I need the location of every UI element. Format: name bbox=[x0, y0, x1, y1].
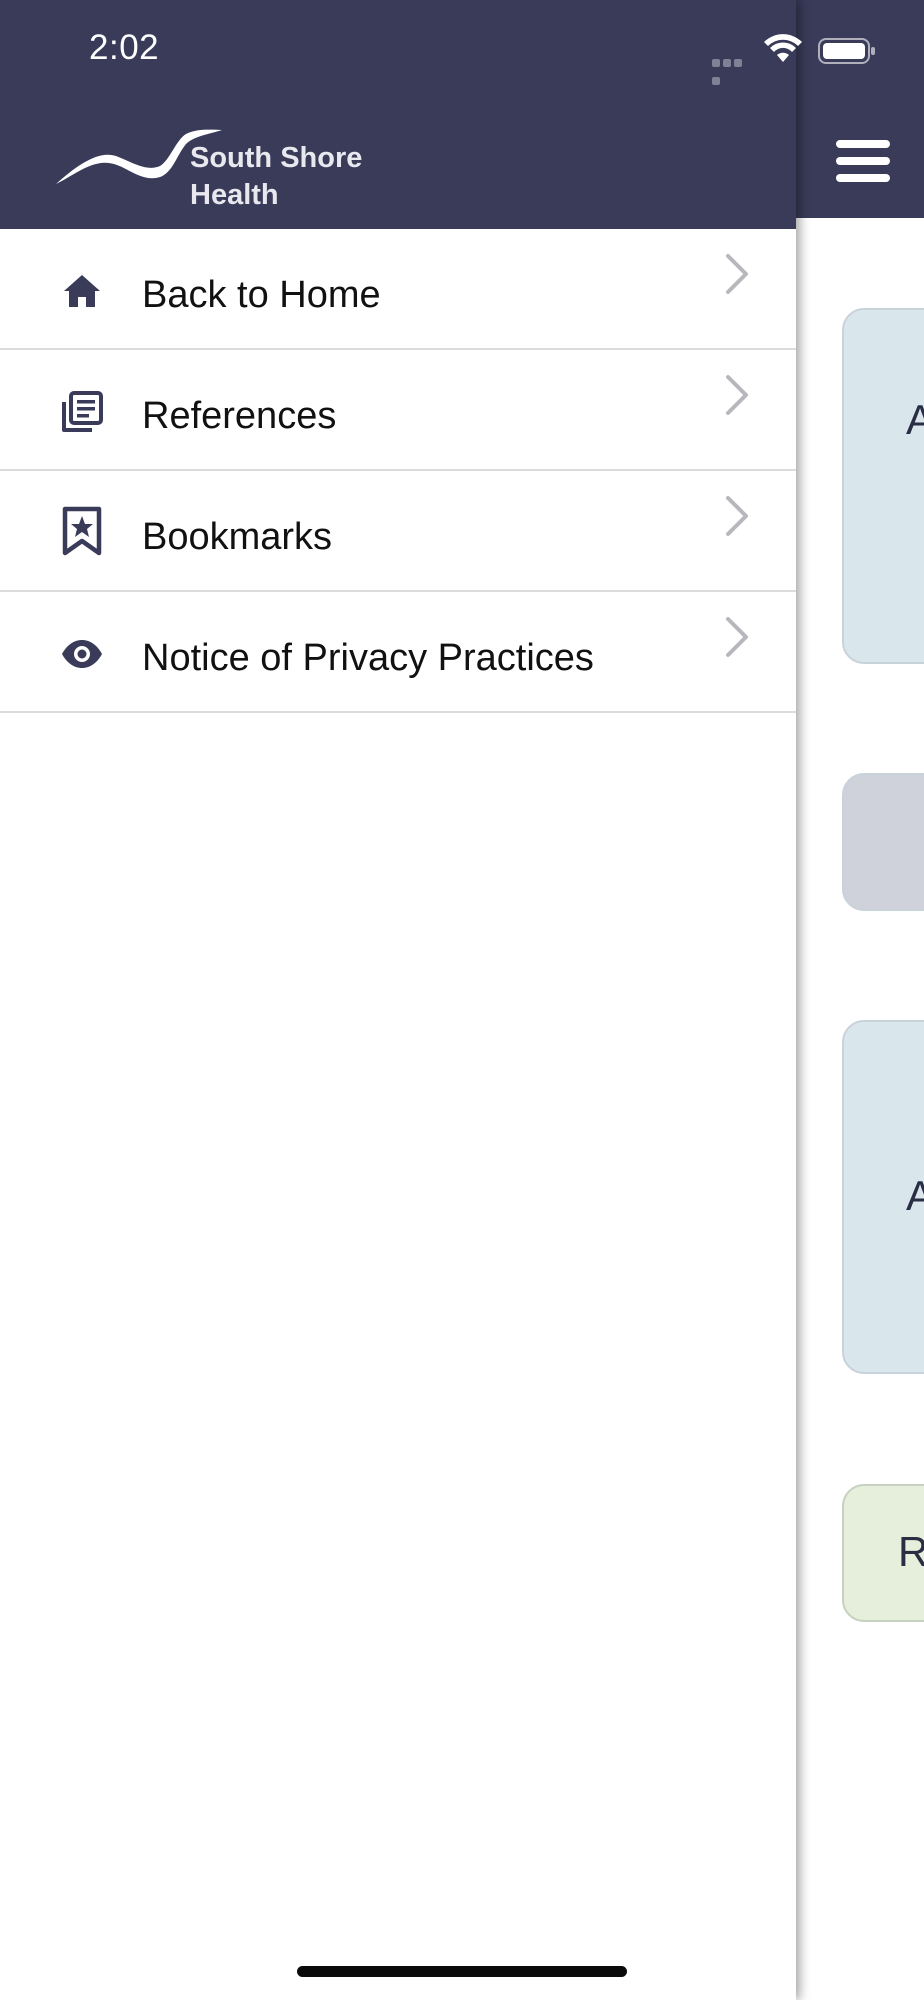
status-time: 2:02 bbox=[89, 28, 160, 67]
menu-item-label: Bookmarks bbox=[142, 516, 333, 558]
content-card[interactable]: A bbox=[842, 308, 924, 664]
eye-icon bbox=[62, 640, 102, 668]
status-icons bbox=[712, 34, 912, 85]
bookmark-star-icon bbox=[62, 506, 102, 556]
menu-item-references[interactable]: References bbox=[0, 350, 796, 471]
menu-item-label: Back to Home bbox=[142, 274, 381, 316]
app-header bbox=[796, 0, 924, 218]
battery-icon bbox=[818, 38, 875, 64]
card-label: A bbox=[906, 396, 924, 443]
chevron-right-icon bbox=[726, 617, 748, 657]
card-label: A bbox=[906, 1172, 924, 1219]
side-drawer: 2:02 South Shore Health Back to Home Ref… bbox=[0, 0, 796, 2000]
chevron-right-icon bbox=[726, 254, 748, 294]
references-icon bbox=[62, 391, 103, 432]
drawer-header: 2:02 South Shore Health bbox=[0, 0, 796, 229]
logo-line-2: Health bbox=[190, 179, 279, 211]
wifi-icon bbox=[764, 34, 802, 62]
content-card[interactable]: R bbox=[842, 1484, 924, 1622]
screen: A A R 2:02 South Shore Health Back to Ho… bbox=[0, 0, 924, 2000]
menu-item-label: Notice of Privacy Practices bbox=[142, 637, 594, 679]
background-app: A A R bbox=[796, 0, 924, 2000]
south-shore-health-logo: South Shore Health bbox=[54, 124, 364, 214]
logo-line-1: South Shore bbox=[190, 142, 363, 174]
home-icon bbox=[64, 275, 100, 307]
logo-text: South Shore Health bbox=[190, 140, 362, 214]
chevron-right-icon bbox=[726, 496, 748, 536]
menu-item-label: References bbox=[142, 395, 337, 437]
signal-dots-icon bbox=[712, 54, 754, 85]
menu-item-back-to-home[interactable]: Back to Home bbox=[0, 229, 796, 350]
hamburger-menu-icon[interactable] bbox=[836, 140, 892, 184]
content-card[interactable]: A bbox=[842, 1020, 924, 1374]
card-label: R bbox=[898, 1528, 924, 1575]
drawer-menu: Back to Home References Bookmarks Notice… bbox=[0, 229, 796, 713]
menu-item-bookmarks[interactable]: Bookmarks bbox=[0, 471, 796, 592]
menu-item-notice-of-privacy-practices[interactable]: Notice of Privacy Practices bbox=[0, 592, 796, 713]
chevron-right-icon bbox=[726, 375, 748, 415]
home-indicator[interactable] bbox=[297, 1966, 627, 1977]
content-card[interactable] bbox=[842, 773, 924, 911]
